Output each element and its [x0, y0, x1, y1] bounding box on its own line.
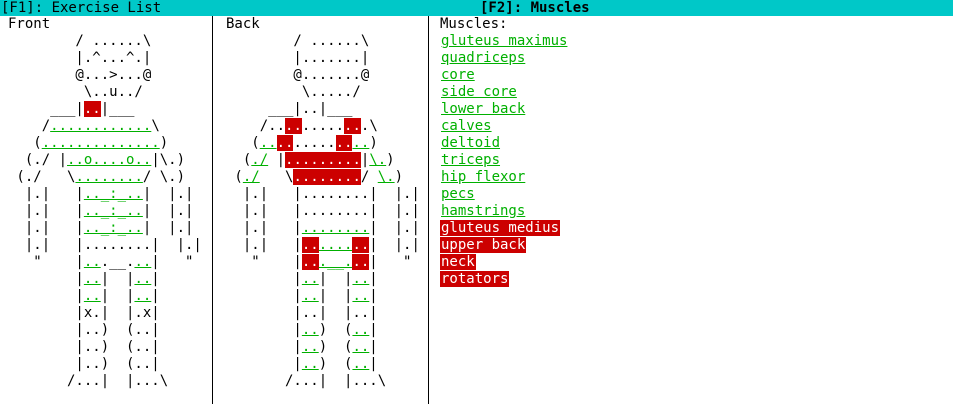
muscle-item-quadriceps[interactable]: quadriceps — [437, 50, 953, 67]
tab-exercise-list[interactable]: [F1]: Exercise List — [1, 0, 161, 16]
muscle-item-lower-back[interactable]: lower back — [437, 101, 953, 118]
panel-divider — [212, 16, 213, 404]
muscle-item-gluteus-maximus[interactable]: gluteus maximus — [437, 33, 953, 50]
panel-divider — [428, 16, 429, 404]
muscle-item-core[interactable]: core — [437, 67, 953, 84]
muscle-item-side-core[interactable]: side core — [437, 84, 953, 101]
muscle-item-rotators[interactable]: rotators — [437, 271, 953, 288]
tab-muscles[interactable]: [F2]: Muscles — [480, 0, 590, 16]
muscle-item-hamstrings[interactable]: hamstrings — [437, 203, 953, 220]
muscle-item-pecs[interactable]: pecs — [437, 186, 953, 203]
muscle-item-hip-flexor[interactable]: hip flexor — [437, 169, 953, 186]
muscles-panel: Muscles: gluteus maximus quadriceps core… — [437, 16, 953, 404]
front-view-panel: Front / ......\ |.^...^.| @...>...@ \..u… — [0, 16, 210, 404]
title-bar: [F1]: Exercise List [F2]: Muscles — [0, 0, 953, 16]
muscle-item-neck[interactable]: neck — [437, 254, 953, 271]
front-body-diagram: / ......\ |.^...^.| @...>...@ \..u../ __… — [16, 33, 202, 389]
muscle-item-triceps[interactable]: triceps — [437, 152, 953, 169]
front-view-label: Front — [8, 16, 51, 32]
back-view-label: Back — [226, 16, 260, 32]
back-view-panel: Back / ......\ |.......| @.......@ \....… — [218, 16, 426, 404]
muscle-item-gluteus-medius[interactable]: gluteus medius — [437, 220, 953, 237]
muscle-list: gluteus maximus quadriceps core side cor… — [437, 33, 953, 288]
muscle-item-upper-back[interactable]: upper back — [437, 237, 953, 254]
back-body-diagram: / ......\ |.......| @.......@ \...../ __… — [234, 33, 420, 389]
muscle-item-calves[interactable]: calves — [437, 118, 953, 135]
muscle-item-deltoid[interactable]: deltoid — [437, 135, 953, 152]
muscles-heading: Muscles: — [440, 16, 508, 32]
